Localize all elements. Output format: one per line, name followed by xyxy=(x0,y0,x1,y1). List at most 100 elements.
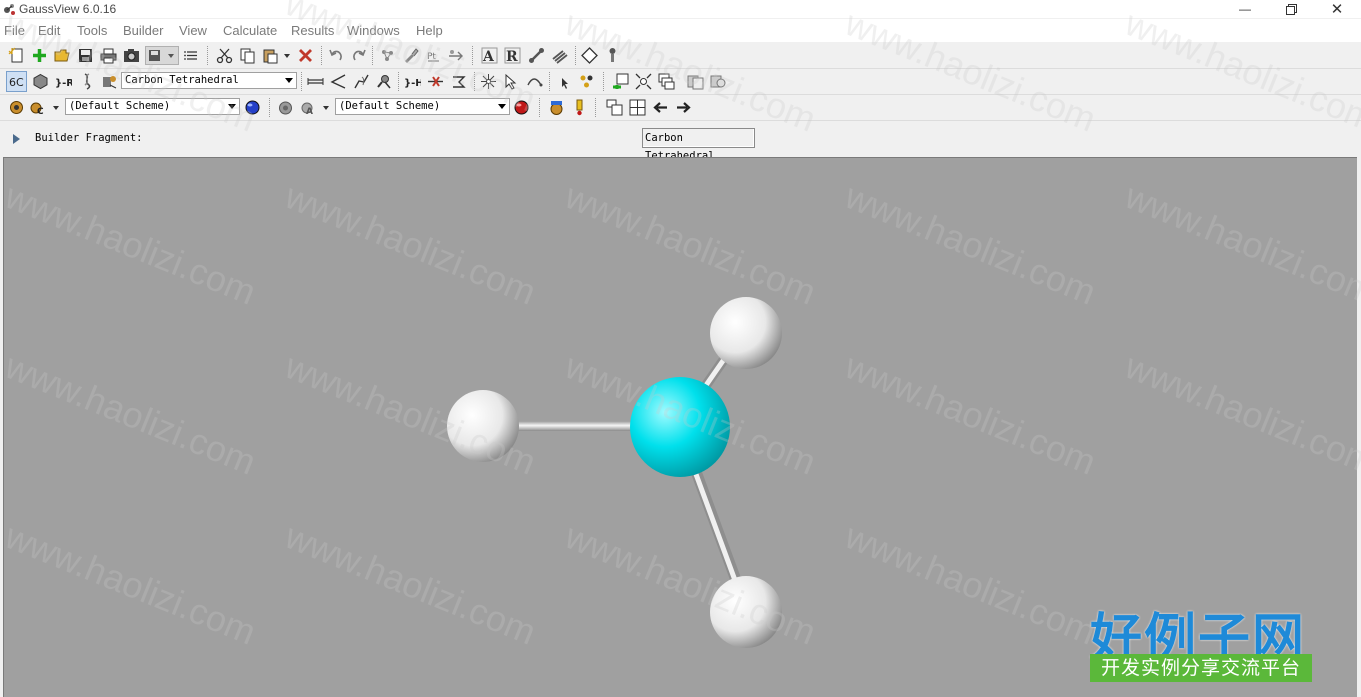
restore-button[interactable] xyxy=(1268,0,1314,18)
display-toolbar: C (Default Scheme) A (Default Scheme) xyxy=(0,95,1361,121)
scheme-globe-icon[interactable] xyxy=(244,99,261,116)
minimize-icon: — xyxy=(1239,2,1251,16)
gaussview-app-icon xyxy=(4,4,15,15)
paste-dropdown-icon[interactable] xyxy=(284,54,290,58)
list-icon[interactable] xyxy=(183,47,200,64)
view-settings-icon[interactable] xyxy=(548,99,565,116)
rgroup-fragment-icon[interactable]: }-R xyxy=(55,73,72,90)
chevron-down-icon[interactable] xyxy=(323,106,329,110)
fit-view-icon[interactable] xyxy=(635,73,652,90)
info-marker-icon[interactable] xyxy=(571,99,588,116)
hydrogen-atom-top[interactable] xyxy=(710,297,782,369)
menu-calculate[interactable]: Calculate xyxy=(223,22,277,39)
mirror-icon[interactable] xyxy=(447,47,464,64)
layers-icon[interactable] xyxy=(551,47,568,64)
diamond-icon[interactable] xyxy=(581,47,598,64)
undo-icon[interactable] xyxy=(328,47,345,64)
chevron-down-icon xyxy=(285,78,293,83)
add-view-icon[interactable] xyxy=(612,73,629,90)
residue-label-icon[interactable]: R xyxy=(504,47,521,64)
modify-bond-icon[interactable] xyxy=(307,73,324,90)
arrow-right-icon[interactable] xyxy=(675,99,692,116)
symmetrize-icon[interactable] xyxy=(480,73,497,90)
select-atom-icon[interactable] xyxy=(503,73,520,90)
add-icon[interactable] xyxy=(31,47,48,64)
menu-bar: File Edit Tools Builder View Calculate R… xyxy=(0,19,1361,42)
bond-c-h-left[interactable] xyxy=(511,421,646,431)
label-scheme-combo-value: (Default Scheme) xyxy=(339,100,441,112)
save-icon[interactable] xyxy=(77,47,94,64)
brand-subtitle: 开发实例分享交流平台 xyxy=(1090,654,1312,682)
fragment-combo[interactable]: Carbon Tetrahedral xyxy=(121,72,297,89)
chevron-down-icon[interactable] xyxy=(53,106,59,110)
clean-icon[interactable] xyxy=(379,47,396,64)
inquire-icon[interactable] xyxy=(376,73,393,90)
menu-results[interactable]: Results xyxy=(291,22,334,39)
grid-windows-icon[interactable] xyxy=(629,99,646,116)
copy-view-icon[interactable] xyxy=(687,73,704,90)
display-settings-icon[interactable] xyxy=(8,99,25,116)
add-hydrogen-icon[interactable]: }-H xyxy=(404,73,421,90)
symmetry-icon[interactable]: Pt xyxy=(425,47,442,64)
paste-icon[interactable] xyxy=(262,47,279,64)
close-icon: ✕ xyxy=(1330,1,1344,18)
carbon-atom-center[interactable] xyxy=(630,377,730,477)
modify-dihedral-icon[interactable] xyxy=(353,73,370,90)
close-button[interactable]: ✕ xyxy=(1314,0,1360,18)
select-cursor-icon[interactable] xyxy=(556,73,573,90)
cascade-view-icon[interactable] xyxy=(658,73,675,90)
camera-icon[interactable] xyxy=(123,47,140,64)
print-icon[interactable] xyxy=(100,47,117,64)
menu-help[interactable]: Help xyxy=(416,22,443,39)
bond-c-h-bottom[interactable] xyxy=(688,460,743,589)
hydrogen-atom-left[interactable] xyxy=(447,390,519,462)
rebond-icon[interactable] xyxy=(450,73,467,90)
label-scheme-icon[interactable] xyxy=(277,99,294,116)
minimize-button[interactable]: — xyxy=(1222,0,1268,18)
redo-icon[interactable] xyxy=(350,47,367,64)
label-scheme-combo[interactable]: (Default Scheme) xyxy=(335,98,510,115)
tile-windows-icon[interactable] xyxy=(606,99,623,116)
delete-atom-icon[interactable] xyxy=(427,73,444,90)
svg-text:}-H: }-H xyxy=(404,78,421,89)
gear-view-icon[interactable] xyxy=(710,73,727,90)
fragment-combo-value: Carbon Tetrahedral xyxy=(125,74,239,86)
hydrogen-atom-bottom[interactable] xyxy=(710,576,782,648)
toolbar-separator xyxy=(595,98,597,117)
label-color-icon[interactable] xyxy=(513,99,530,116)
toolbar-separator xyxy=(575,46,577,65)
svg-text:}-R: }-R xyxy=(55,78,72,89)
toolbar-separator xyxy=(472,46,474,65)
cut-icon[interactable] xyxy=(216,47,233,64)
biological-fragment-icon[interactable] xyxy=(79,73,96,90)
toolbar-separator xyxy=(539,98,541,117)
copy-icon[interactable] xyxy=(239,47,256,64)
color-scheme-icon[interactable]: C xyxy=(30,99,47,116)
menu-windows[interactable]: Windows xyxy=(347,22,400,39)
arrow-left-icon[interactable] xyxy=(652,99,669,116)
point-group-icon[interactable] xyxy=(526,73,543,90)
menu-file[interactable]: File xyxy=(4,22,25,39)
color-scheme-combo[interactable]: (Default Scheme) xyxy=(65,98,240,115)
ring-fragment-icon[interactable] xyxy=(32,73,49,90)
svg-text:R: R xyxy=(506,49,518,64)
menu-view[interactable]: View xyxy=(179,22,207,39)
delete-icon[interactable] xyxy=(297,47,314,64)
open-folder-icon[interactable] xyxy=(54,47,71,64)
selected-fragment-display[interactable]: Carbon Tetrahedral xyxy=(642,128,755,162)
label-style-icon[interactable]: A xyxy=(300,99,317,116)
modify-angle-icon[interactable] xyxy=(330,73,347,90)
custom-fragment-icon[interactable] xyxy=(101,73,118,90)
expand-triangle-icon[interactable] xyxy=(12,133,22,145)
pin-icon[interactable] xyxy=(604,47,621,64)
menu-edit[interactable]: Edit xyxy=(38,22,60,39)
fragment-color-icon[interactable] xyxy=(578,73,595,90)
atom-label-icon[interactable]: A xyxy=(481,47,498,64)
new-file-icon[interactable] xyxy=(8,47,25,64)
menu-tools[interactable]: Tools xyxy=(77,22,107,39)
bond-icon[interactable] xyxy=(528,47,545,64)
element-fragment-button[interactable]: 6C xyxy=(6,71,27,92)
save-dropdown-button[interactable] xyxy=(145,46,179,65)
menu-builder[interactable]: Builder xyxy=(123,22,163,39)
brush-icon[interactable] xyxy=(402,47,419,64)
